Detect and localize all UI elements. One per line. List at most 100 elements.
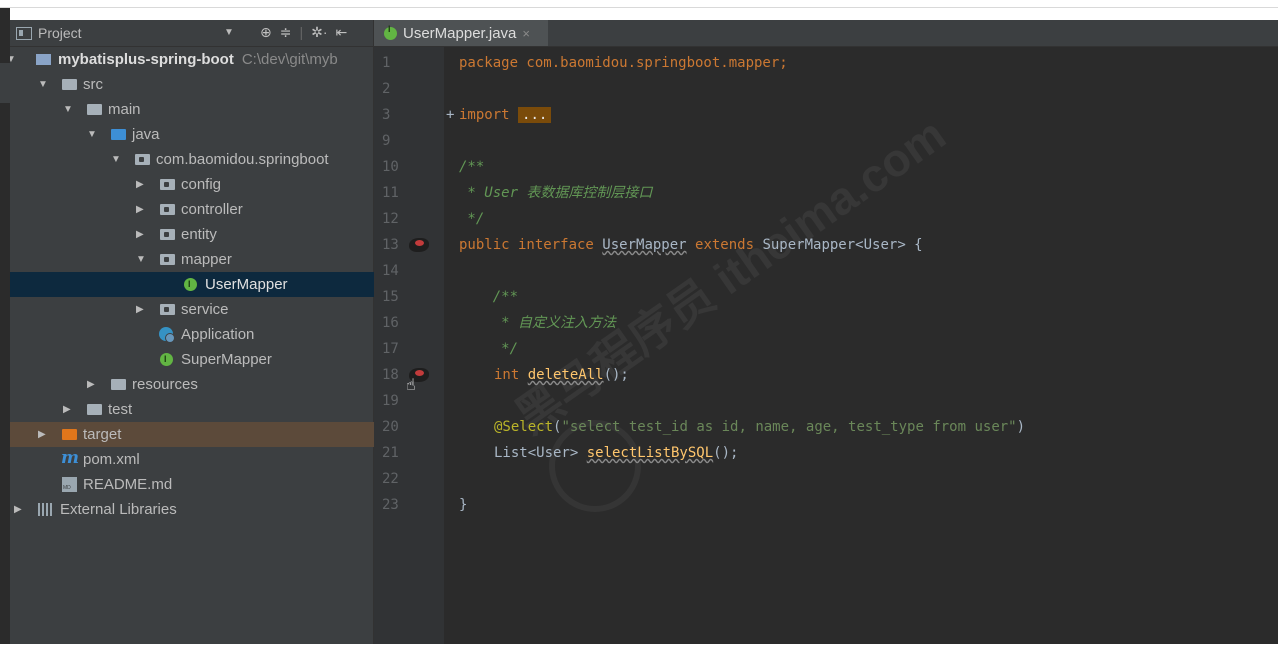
close-icon[interactable]: × bbox=[522, 26, 530, 41]
code-line: 16 * 自定义注入方法 bbox=[374, 310, 1278, 336]
line-number: 19 bbox=[382, 393, 399, 409]
code-line: 22 bbox=[374, 466, 1278, 492]
tree-item-mapper[interactable]: ▼ mapper bbox=[10, 247, 374, 272]
code-text: (); bbox=[603, 367, 629, 383]
tree-item-java[interactable]: ▼ java bbox=[10, 122, 374, 147]
collapse-icon[interactable]: ≑ bbox=[280, 24, 292, 41]
tree-item-resources[interactable]: ▶ resources bbox=[10, 372, 374, 397]
panel-toolbar: ⊕ ≑ | ✲· ⇤ bbox=[260, 24, 347, 41]
folder-icon bbox=[87, 404, 102, 415]
tool-strip-marker bbox=[0, 63, 10, 103]
code-line: 15 /** bbox=[374, 284, 1278, 310]
interface-icon bbox=[184, 272, 197, 297]
divider: | bbox=[299, 24, 304, 40]
collapsed-arrow-icon[interactable]: ▶ bbox=[136, 172, 144, 197]
left-tool-strip bbox=[0, 8, 10, 644]
project-panel-title[interactable]: Project bbox=[38, 25, 82, 41]
project-panel-header: Project ▼ ⊕ ≑ | ✲· ⇤ bbox=[10, 20, 373, 47]
tree-item-label: entity bbox=[181, 226, 217, 243]
expand-arrow-icon[interactable]: ▼ bbox=[63, 97, 73, 122]
tree-item-label: mybatisplus-spring-boot bbox=[58, 51, 234, 68]
code-keyword: public interface bbox=[459, 237, 603, 253]
expand-arrow-icon[interactable]: ▼ bbox=[136, 247, 146, 272]
tab-usermapper-java[interactable]: UserMapper.java × bbox=[374, 20, 548, 46]
hide-icon[interactable]: ⇤ bbox=[336, 24, 348, 41]
line-number: 9 bbox=[382, 133, 391, 149]
line-number: 2 bbox=[382, 81, 391, 97]
tree-item-application[interactable]: Application bbox=[10, 322, 374, 347]
code-line: 2 bbox=[374, 76, 1278, 102]
line-number: 23 bbox=[382, 497, 399, 513]
tree-item-pom[interactable]: m pom.xml bbox=[10, 447, 374, 472]
line-number: 20 bbox=[382, 419, 399, 435]
tree-item-usermapper[interactable]: UserMapper bbox=[10, 272, 374, 297]
expand-fold-icon[interactable]: + bbox=[446, 102, 454, 128]
tree-item-test[interactable]: ▶ test bbox=[10, 397, 374, 422]
tree-item-supermapper[interactable]: SuperMapper bbox=[10, 347, 374, 372]
module-path: C:\dev\git\myb bbox=[241, 51, 338, 68]
package-icon bbox=[160, 304, 175, 315]
tree-item-label: mapper bbox=[181, 251, 232, 268]
collapsed-arrow-icon[interactable]: ▶ bbox=[38, 422, 46, 447]
expand-arrow-icon[interactable]: ▼ bbox=[111, 147, 121, 172]
tree-item-root-package[interactable]: ▼ com.baomidou.springboot bbox=[10, 147, 374, 172]
line-number: 10 bbox=[382, 159, 399, 175]
tree-item-label: UserMapper bbox=[205, 276, 288, 293]
code-line: 1 package com.baomidou.springboot.mapper… bbox=[374, 50, 1278, 76]
code-comment: */ bbox=[459, 211, 485, 227]
line-number: 3 bbox=[382, 107, 391, 123]
tree-item-module[interactable]: ▼ mybatisplus-spring-boot C:\dev\git\myb bbox=[10, 47, 374, 72]
tree-item-label: resources bbox=[132, 376, 198, 393]
collapsed-arrow-icon[interactable]: ▶ bbox=[63, 397, 71, 422]
mybatis-bird-icon[interactable] bbox=[407, 236, 431, 254]
code-identifier: UserMapper bbox=[602, 237, 687, 253]
collapsed-arrow-icon[interactable]: ▶ bbox=[87, 372, 95, 397]
expand-arrow-icon[interactable]: ▼ bbox=[38, 72, 48, 97]
tree-item-entity[interactable]: ▶ entity bbox=[10, 222, 374, 247]
code-editor[interactable]: UserMapper.java × 黑马程序员 itheima.com 1 pa… bbox=[374, 20, 1278, 644]
folder-icon bbox=[62, 79, 77, 90]
tree-item-label: service bbox=[181, 301, 229, 318]
tree-item-config[interactable]: ▶ config bbox=[10, 172, 374, 197]
code-line: 14 bbox=[374, 258, 1278, 284]
package-icon bbox=[135, 154, 150, 165]
tree-item-label: src bbox=[83, 76, 103, 93]
tree-item-label: README.md bbox=[83, 476, 173, 493]
tree-item-controller[interactable]: ▶ controller bbox=[10, 197, 374, 222]
code-comment: /** bbox=[459, 159, 485, 175]
tree-item-external-libraries[interactable]: ▶ External Libraries bbox=[10, 497, 374, 522]
collapsed-arrow-icon[interactable]: ▶ bbox=[14, 497, 22, 522]
code-keyword: int bbox=[494, 367, 528, 383]
tree-item-label: java bbox=[132, 126, 160, 143]
chevron-down-icon[interactable]: ▼ bbox=[224, 27, 234, 38]
tree-item-service[interactable]: ▶ service bbox=[10, 297, 374, 322]
expand-arrow-icon[interactable]: ▼ bbox=[87, 122, 97, 147]
code-type: SuperMapper<User> bbox=[762, 237, 906, 253]
folded-imports[interactable]: ... bbox=[518, 107, 552, 123]
collapsed-arrow-icon[interactable]: ▶ bbox=[136, 197, 144, 222]
expand-arrow-icon[interactable]: ▼ bbox=[10, 47, 16, 72]
tree-item-src[interactable]: ▼ src bbox=[10, 72, 374, 97]
collapsed-arrow-icon[interactable]: ▶ bbox=[136, 297, 144, 322]
code-annotation: @Select bbox=[494, 419, 554, 435]
line-number: 21 bbox=[382, 445, 399, 461]
code-comment: */ bbox=[459, 341, 519, 357]
tree-item-main[interactable]: ▼ main bbox=[10, 97, 374, 122]
line-number: 1 bbox=[382, 55, 391, 71]
package-icon bbox=[160, 254, 175, 265]
code-method: selectListBySQL bbox=[586, 445, 714, 461]
maven-icon: m bbox=[61, 448, 79, 468]
tree-item-label: com.baomidou.springboot bbox=[156, 151, 329, 168]
project-tool-window: Project ▼ ⊕ ≑ | ✲· ⇤ ▼ mybatisplus-sprin… bbox=[10, 20, 374, 644]
code-text: (); bbox=[713, 445, 739, 461]
source-folder-icon bbox=[111, 129, 126, 140]
tree-item-readme[interactable]: README.md bbox=[10, 472, 374, 497]
tree-item-label: External Libraries bbox=[60, 501, 177, 518]
collapsed-arrow-icon[interactable]: ▶ bbox=[136, 222, 144, 247]
libraries-icon bbox=[38, 503, 54, 516]
tree-item-target[interactable]: ▶ target bbox=[10, 422, 374, 447]
target-icon[interactable]: ⊕ bbox=[260, 24, 272, 41]
top-rule bbox=[0, 7, 1278, 8]
line-number: 12 bbox=[382, 211, 399, 227]
gear-icon[interactable]: ✲· bbox=[311, 24, 327, 41]
